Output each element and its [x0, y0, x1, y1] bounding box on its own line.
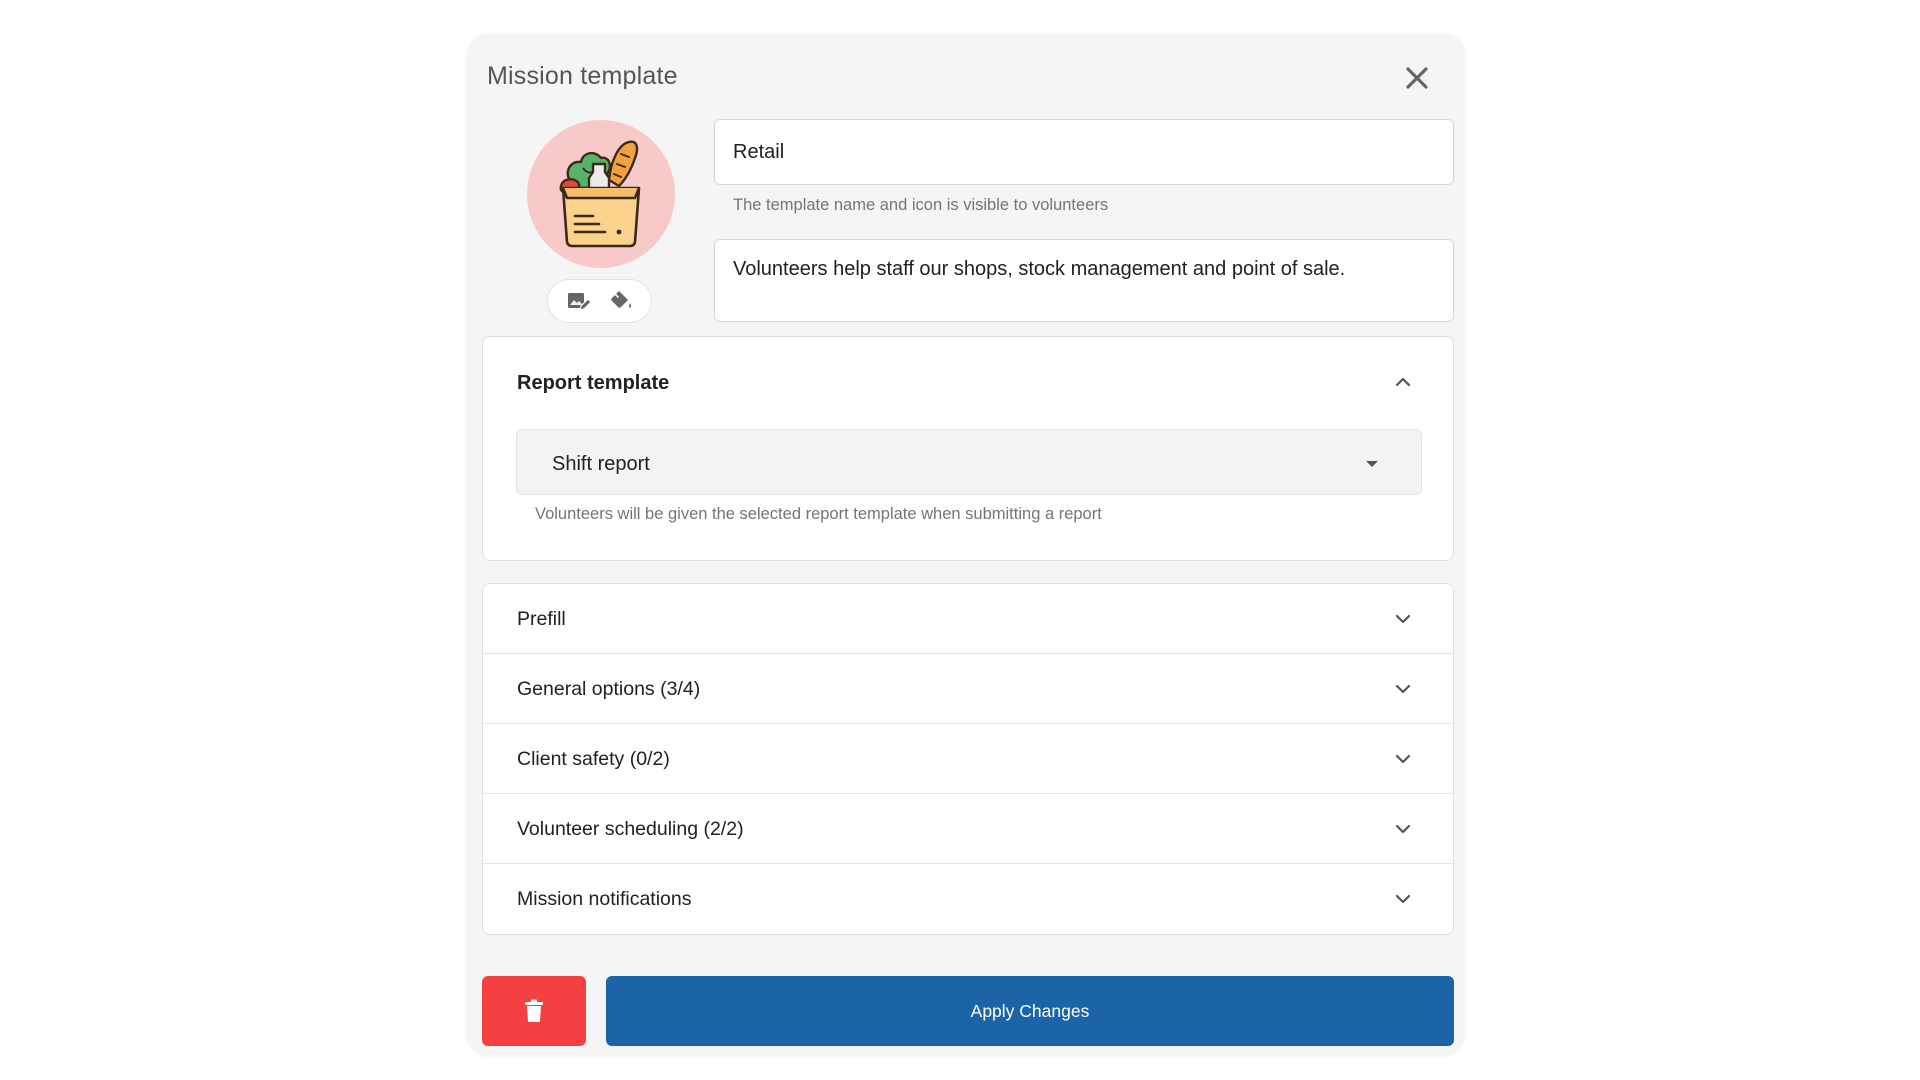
report-template-select[interactable]: Shift report: [516, 429, 1422, 495]
grocery-bag-icon: [559, 140, 641, 248]
section-general-options[interactable]: General options (3/4): [483, 654, 1453, 724]
report-template-helper: Volunteers will be given the selected re…: [535, 505, 1102, 523]
report-template-title: Report template: [517, 372, 670, 394]
color-fill-button[interactable]: [605, 285, 637, 317]
settings-accordion: Prefill General options (3/4) Client saf…: [482, 583, 1454, 935]
paint-bucket-icon: [611, 291, 632, 308]
section-label: Mission notifications: [517, 888, 692, 910]
apply-changes-button[interactable]: Apply Changes: [606, 976, 1454, 1046]
chevron-down-icon: [1393, 609, 1413, 629]
section-volunteer-scheduling[interactable]: Volunteer scheduling (2/2): [483, 794, 1453, 864]
close-button[interactable]: [1399, 60, 1435, 96]
edit-icon-button[interactable]: [562, 285, 594, 317]
close-icon: [1406, 67, 1428, 89]
trash-icon: [525, 999, 543, 1022]
section-label: Client safety (0/2): [517, 748, 670, 770]
template-icon-avatar[interactable]: [527, 120, 675, 268]
report-template-section: Report template Shift report Volunteers …: [482, 336, 1454, 561]
section-prefill[interactable]: Prefill: [483, 584, 1453, 654]
icon-actions: [547, 279, 652, 323]
template-description-input[interactable]: Volunteers help staff our shops, stock m…: [714, 239, 1454, 322]
caret-down-icon: [1366, 461, 1378, 467]
template-name-input[interactable]: [714, 119, 1454, 185]
chevron-down-icon: [1393, 679, 1413, 699]
chevron-down-icon: [1393, 749, 1413, 769]
section-label: Volunteer scheduling (2/2): [517, 818, 744, 840]
chevron-down-icon: [1393, 889, 1413, 909]
section-label: General options (3/4): [517, 678, 701, 700]
delete-button[interactable]: [482, 976, 586, 1046]
chevron-down-icon: [1393, 819, 1413, 839]
chevron-up-icon: [1393, 372, 1413, 392]
report-template-selected: Shift report: [552, 453, 650, 475]
section-label: Prefill: [517, 608, 566, 630]
edit-image-icon: [567, 293, 590, 311]
dialog-title: Mission template: [487, 62, 678, 90]
report-template-header[interactable]: Report template: [483, 337, 1453, 429]
section-client-safety[interactable]: Client safety (0/2): [483, 724, 1453, 794]
mission-template-dialog: Mission template Retail The template nam…: [467, 34, 1465, 1056]
section-mission-notifications[interactable]: Mission notifications: [483, 864, 1453, 934]
template-name-helper: The template name and icon is visible to…: [733, 196, 1109, 214]
